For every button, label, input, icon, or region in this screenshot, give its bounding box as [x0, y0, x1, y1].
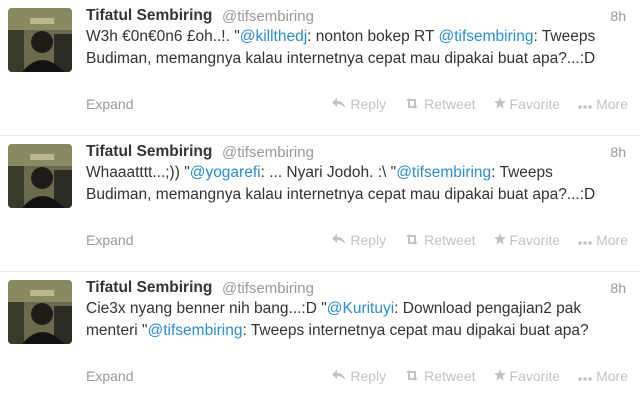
- favorite-button[interactable]: Favorite: [493, 368, 561, 384]
- tweet-item[interactable]: Tifatul Sembiring @tifsembiring 8h Whaaa…: [0, 136, 640, 272]
- retweet-label: Retweet: [424, 368, 476, 384]
- retweet-label: Retweet: [424, 232, 476, 248]
- mention-link[interactable]: @tifsembiring: [396, 164, 491, 181]
- more-button[interactable]: More: [578, 232, 628, 248]
- more-dots-icon: [578, 369, 592, 384]
- mention-link[interactable]: @yogarefi: [190, 164, 261, 181]
- retweet-button[interactable]: Retweet: [404, 368, 476, 384]
- favorite-label: Favorite: [509, 232, 561, 248]
- tweet-item[interactable]: Tifatul Sembiring @tifsembiring 8h Cie3x…: [0, 272, 640, 408]
- reply-label: Reply: [350, 368, 387, 384]
- tweet-fullname[interactable]: Tifatul Sembiring: [86, 143, 212, 161]
- favorite-button[interactable]: Favorite: [493, 232, 561, 248]
- tweet-timestamp[interactable]: 8h: [610, 144, 626, 160]
- profile-photo: [8, 144, 72, 208]
- expand-link[interactable]: Expand: [86, 96, 133, 112]
- tweet-text-segment: : ... Nyari Jodoh. :\ ": [260, 164, 397, 181]
- tweet-text-segment: : nonton bokep RT: [307, 28, 439, 45]
- tweet-timestamp[interactable]: 8h: [610, 8, 626, 24]
- tweet-text-segment: W3h €0n€0n6 £oh..!. ": [86, 28, 240, 45]
- tweet-username[interactable]: @tifsembiring: [222, 144, 314, 161]
- reply-label: Reply: [350, 232, 387, 248]
- avatar[interactable]: [8, 280, 72, 344]
- retweet-icon: [404, 233, 420, 248]
- retweet-icon: [404, 369, 420, 384]
- tweet-text-segment: Whaaatttt...;)) ": [86, 164, 190, 181]
- tweet-actions: Reply Retweet Favorite More: [332, 96, 628, 112]
- more-label: More: [596, 96, 628, 112]
- tweet-timestamp[interactable]: 8h: [610, 280, 626, 296]
- retweet-button[interactable]: Retweet: [404, 96, 476, 112]
- retweet-icon: [404, 97, 420, 112]
- tweet-text: Whaaatttt...;)) "@yogarefi: ... Nyari Jo…: [86, 162, 606, 206]
- profile-photo: [8, 280, 72, 344]
- more-label: More: [596, 368, 628, 384]
- tweet-fullname[interactable]: Tifatul Sembiring: [86, 279, 212, 297]
- mention-link[interactable]: @tifsembiring: [438, 28, 533, 45]
- avatar[interactable]: [8, 8, 72, 72]
- tweet-fullname[interactable]: Tifatul Sembiring: [86, 7, 212, 25]
- expand-link[interactable]: Expand: [86, 232, 133, 248]
- star-icon: [493, 96, 506, 112]
- tweet-username[interactable]: @tifsembiring: [222, 280, 314, 297]
- tweet-text-segment: Cie3x nyang benner nih bang...:D ": [86, 300, 327, 317]
- tweet-actions: Reply Retweet Favorite More: [332, 232, 628, 248]
- reply-label: Reply: [350, 96, 387, 112]
- mention-link[interactable]: @killthedj: [240, 28, 307, 45]
- reply-icon: [332, 97, 346, 112]
- tweet-text: Cie3x nyang benner nih bang...:D "@Kurit…: [86, 298, 606, 342]
- avatar[interactable]: [8, 144, 72, 208]
- reply-button[interactable]: Reply: [332, 96, 386, 112]
- star-icon: [493, 368, 506, 384]
- mention-link[interactable]: @Kurituyi: [327, 300, 394, 317]
- tweet-actions: Reply Retweet Favorite More: [332, 368, 628, 384]
- reply-icon: [332, 369, 346, 384]
- star-icon: [493, 232, 506, 248]
- reply-button[interactable]: Reply: [332, 368, 386, 384]
- tweet-text: W3h €0n€0n6 £oh..!. "@killthedj: nonton …: [86, 26, 606, 70]
- tweet-username[interactable]: @tifsembiring: [222, 8, 314, 25]
- favorite-label: Favorite: [509, 96, 561, 112]
- favorite-button[interactable]: Favorite: [493, 96, 561, 112]
- more-button[interactable]: More: [578, 368, 628, 384]
- tweet-text-segment: : Tweeps internetnya cepat mau dipakai b…: [242, 322, 589, 339]
- expand-link[interactable]: Expand: [86, 368, 133, 384]
- more-label: More: [596, 232, 628, 248]
- more-dots-icon: [578, 233, 592, 248]
- more-dots-icon: [578, 97, 592, 112]
- favorite-label: Favorite: [509, 368, 561, 384]
- reply-icon: [332, 233, 346, 248]
- mention-link[interactable]: @tifsembiring: [148, 322, 243, 339]
- retweet-label: Retweet: [424, 96, 476, 112]
- retweet-button[interactable]: Retweet: [404, 232, 476, 248]
- reply-button[interactable]: Reply: [332, 232, 386, 248]
- profile-photo: [8, 8, 72, 72]
- more-button[interactable]: More: [578, 96, 628, 112]
- tweet-item[interactable]: Tifatul Sembiring @tifsembiring 8h W3h €…: [0, 0, 640, 136]
